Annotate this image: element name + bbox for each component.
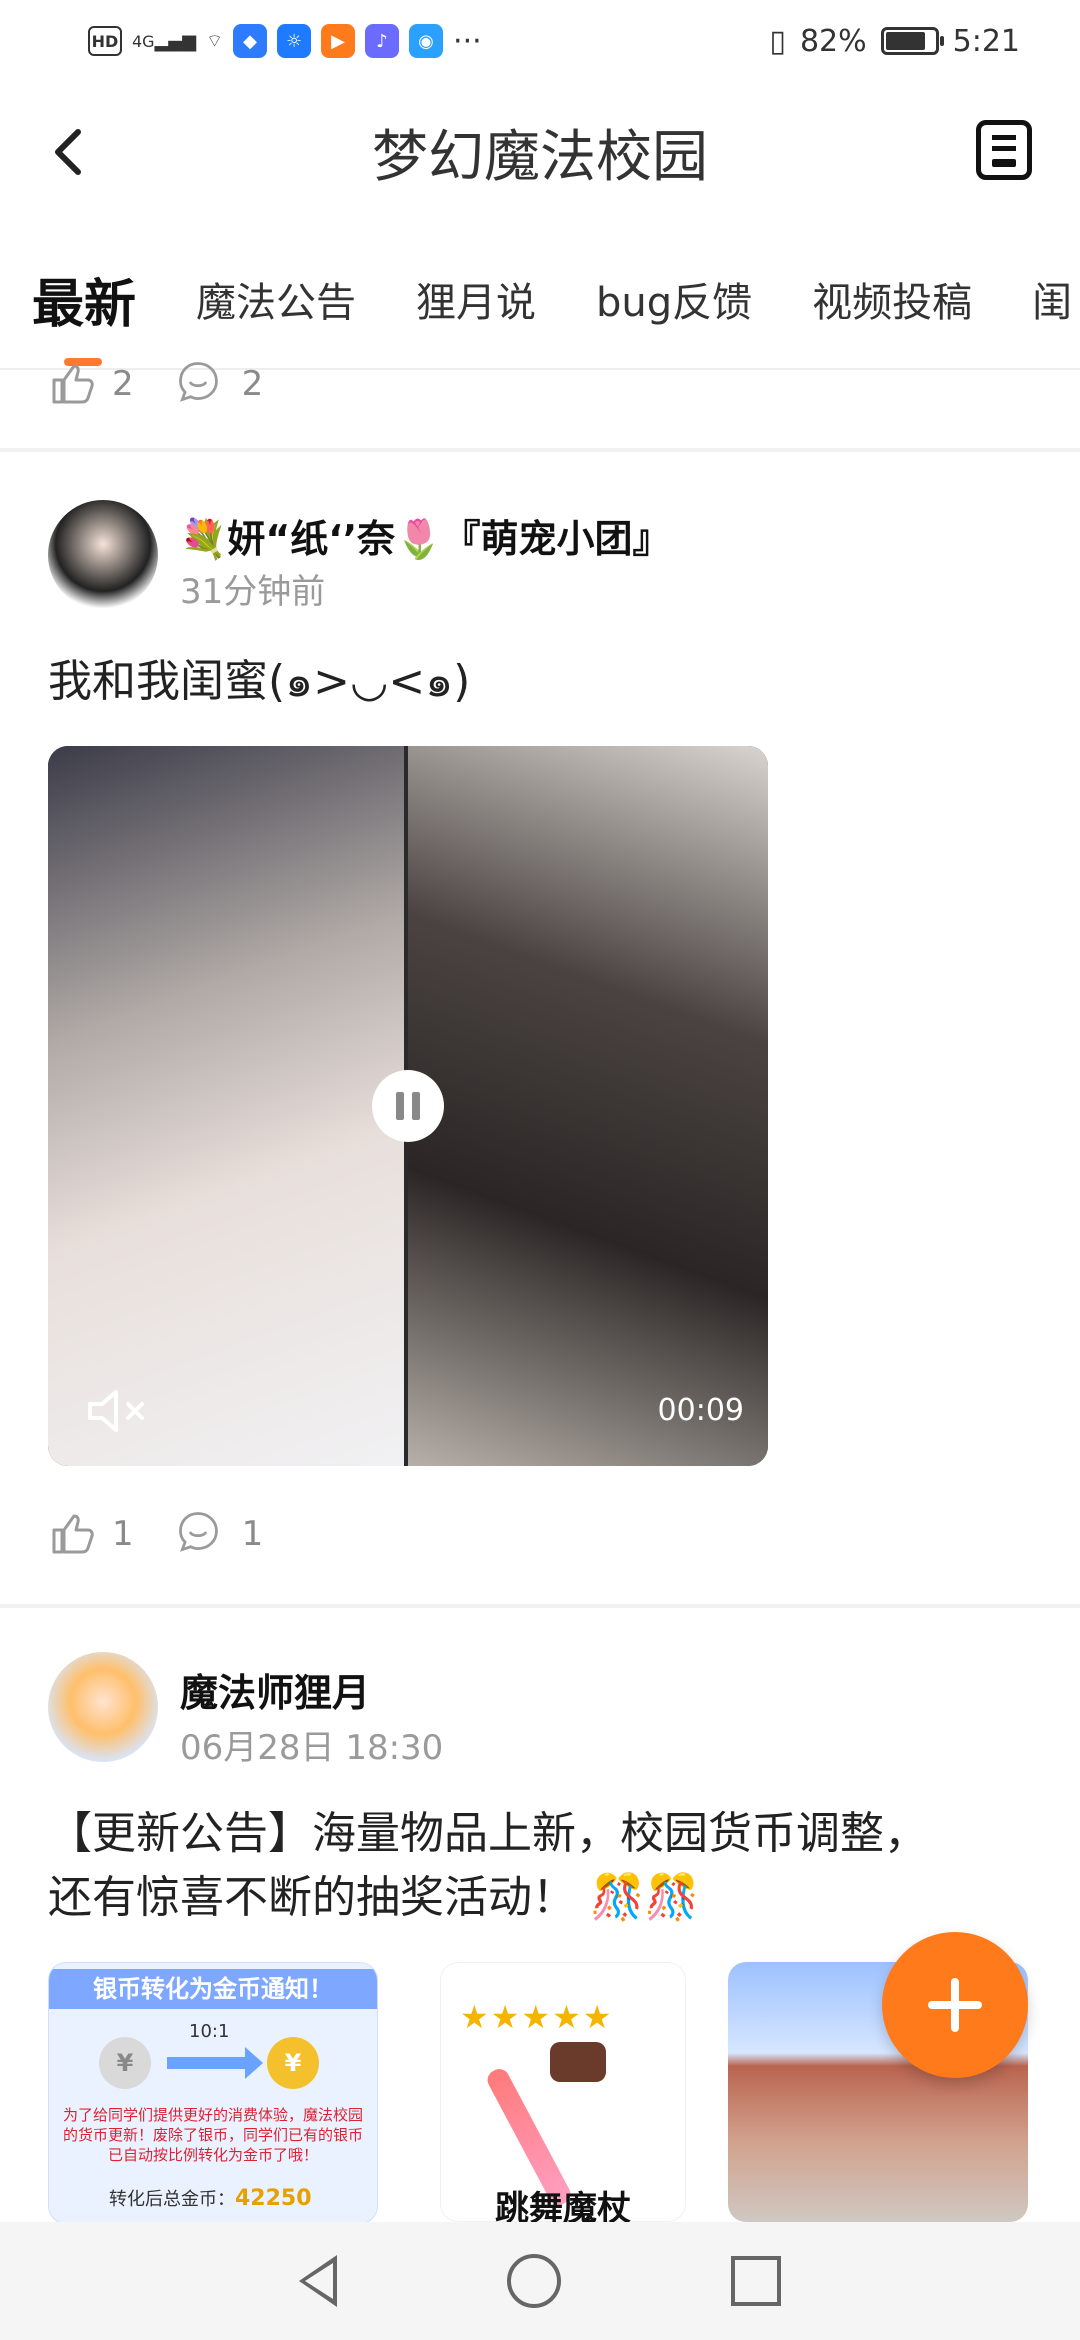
post-text: 我和我闺蜜(๑>◡<๑)	[48, 656, 471, 707]
avatar[interactable]	[48, 500, 158, 610]
page-title: 梦幻魔法校园	[372, 125, 708, 190]
category-tabs: 最新 魔法公告 狸月说 bug反馈 视频投稿 闺	[0, 230, 1080, 370]
thumbs-up-icon	[48, 1510, 96, 1558]
star-rating: ★★★★★	[460, 1998, 614, 2036]
prev-post-actions: 2 2	[48, 358, 263, 410]
wifi-icon: ⌔	[206, 30, 224, 52]
hat-image	[550, 2042, 606, 2082]
gold-total-label: 转化后总金币：	[109, 2189, 235, 2210]
battery-fill	[885, 32, 925, 50]
status-right: ▯ 82% 5:21	[769, 24, 1020, 59]
like-button[interactable]: 2	[48, 360, 134, 408]
comment-icon	[174, 358, 226, 410]
music-app-icon: ♪	[365, 24, 400, 58]
nav-recent-icon[interactable]	[731, 2256, 781, 2306]
tab-video-submissions[interactable]: 视频投稿	[782, 270, 1002, 328]
video-frame-right	[408, 746, 768, 1466]
clock: 5:21	[952, 23, 1020, 59]
top-bar: 梦幻魔法校园	[0, 82, 1080, 230]
gold-coin-icon: ¥	[267, 2037, 319, 2089]
comment-button[interactable]: 2	[174, 358, 264, 410]
pause-button[interactable]	[372, 1070, 444, 1142]
nav-home-icon[interactable]	[507, 2254, 561, 2308]
author-name[interactable]: 💐妍“纸‘’奈🌷『萌宠小团』	[180, 508, 670, 563]
comment-count: 2	[241, 364, 264, 404]
video-duration: 00:09	[657, 1393, 744, 1428]
speaker-muted-icon	[88, 1390, 144, 1432]
add-post-button[interactable]	[882, 1932, 1028, 2078]
avatar[interactable]	[48, 1652, 158, 1762]
post-text: 【更新公告】海量物品上新，校园货币调整， 还有惊喜不断的抽奖活动！ 🎊🎊	[48, 1802, 928, 1930]
battery-percent: 82%	[799, 23, 867, 59]
like-button[interactable]: 1	[48, 1510, 134, 1558]
arrow-right-icon	[167, 2047, 263, 2079]
post-image[interactable]: 银币转化为金币通知！ 10:1 ¥ ¥ 为了给同学们提供更好的消费体验，魔法校园…	[48, 1962, 378, 2224]
vibrate-icon: ▯	[769, 23, 786, 59]
tab-bug-feedback[interactable]: bug反馈	[566, 270, 782, 328]
shield-app-icon: ◆	[233, 24, 268, 58]
image-note: 为了给同学们提供更好的消费体验，魔法校园的货币更新！废除了银币，同学们已有的银币…	[62, 2106, 363, 2164]
thumbs-up-icon	[48, 360, 96, 408]
browser-app-icon: ◉	[409, 24, 444, 58]
tab-partial[interactable]: 闺	[1002, 270, 1080, 328]
like-count: 2	[112, 364, 134, 404]
mute-button[interactable]	[86, 1386, 156, 1436]
post-time: 31分钟前	[180, 572, 326, 612]
post-time: 06月28日 18:30	[180, 1728, 444, 1768]
video-player[interactable]: 00:09	[48, 746, 768, 1466]
comment-icon	[174, 1508, 226, 1560]
play-app-icon: ▶	[321, 24, 356, 58]
comment-count: 1	[241, 1514, 264, 1554]
battery-icon	[880, 27, 944, 55]
tab-liyue-says[interactable]: 狸月说	[386, 270, 566, 328]
item-label: 跳舞魔杖	[495, 2189, 631, 2222]
more-icon: ···	[453, 23, 482, 59]
video-frame-left	[48, 746, 404, 1466]
nav-back-icon[interactable]	[299, 2255, 337, 2307]
like-count: 1	[112, 1514, 134, 1554]
gold-total-value: 42250	[235, 2186, 312, 2211]
rules-doc-button[interactable]	[976, 120, 1032, 180]
signal-icon: 4G ▂▄▆	[132, 30, 197, 52]
status-left: HD 4G ▂▄▆ ⌔ ◆ ☼ ▶ ♪ ◉ ···	[88, 24, 482, 59]
tab-announcements[interactable]: 魔法公告	[166, 270, 386, 328]
post-actions: 1 1	[48, 1508, 263, 1560]
ratio-text: 10:1	[189, 2021, 230, 2042]
author-name[interactable]: 魔法师狸月	[180, 1662, 370, 1717]
status-bar: HD 4G ▂▄▆ ⌔ ◆ ☼ ▶ ♪ ◉ ··· ▯ 82% 5:21	[0, 0, 1080, 82]
tab-latest[interactable]: 最新	[0, 262, 166, 337]
network-label: 4G	[132, 31, 155, 51]
bulb-app-icon: ☼	[277, 24, 312, 58]
post-text-line: 还有惊喜不断的抽奖活动！ 🎊🎊	[48, 1872, 700, 1923]
silver-coin-icon: ¥	[99, 2037, 151, 2089]
gold-total: 转化后总金币：42250	[109, 2185, 312, 2211]
post-image[interactable]: ★★★★★ 跳舞魔杖	[440, 1962, 686, 2222]
system-nav-bar	[0, 2222, 1080, 2340]
post-text-line: 【更新公告】海量物品上新，校园货币调整，	[48, 1808, 928, 1859]
hd-icon: HD	[88, 26, 122, 56]
image-title: 银币转化为金币通知！	[49, 1969, 377, 2009]
comment-button[interactable]: 1	[174, 1508, 264, 1560]
